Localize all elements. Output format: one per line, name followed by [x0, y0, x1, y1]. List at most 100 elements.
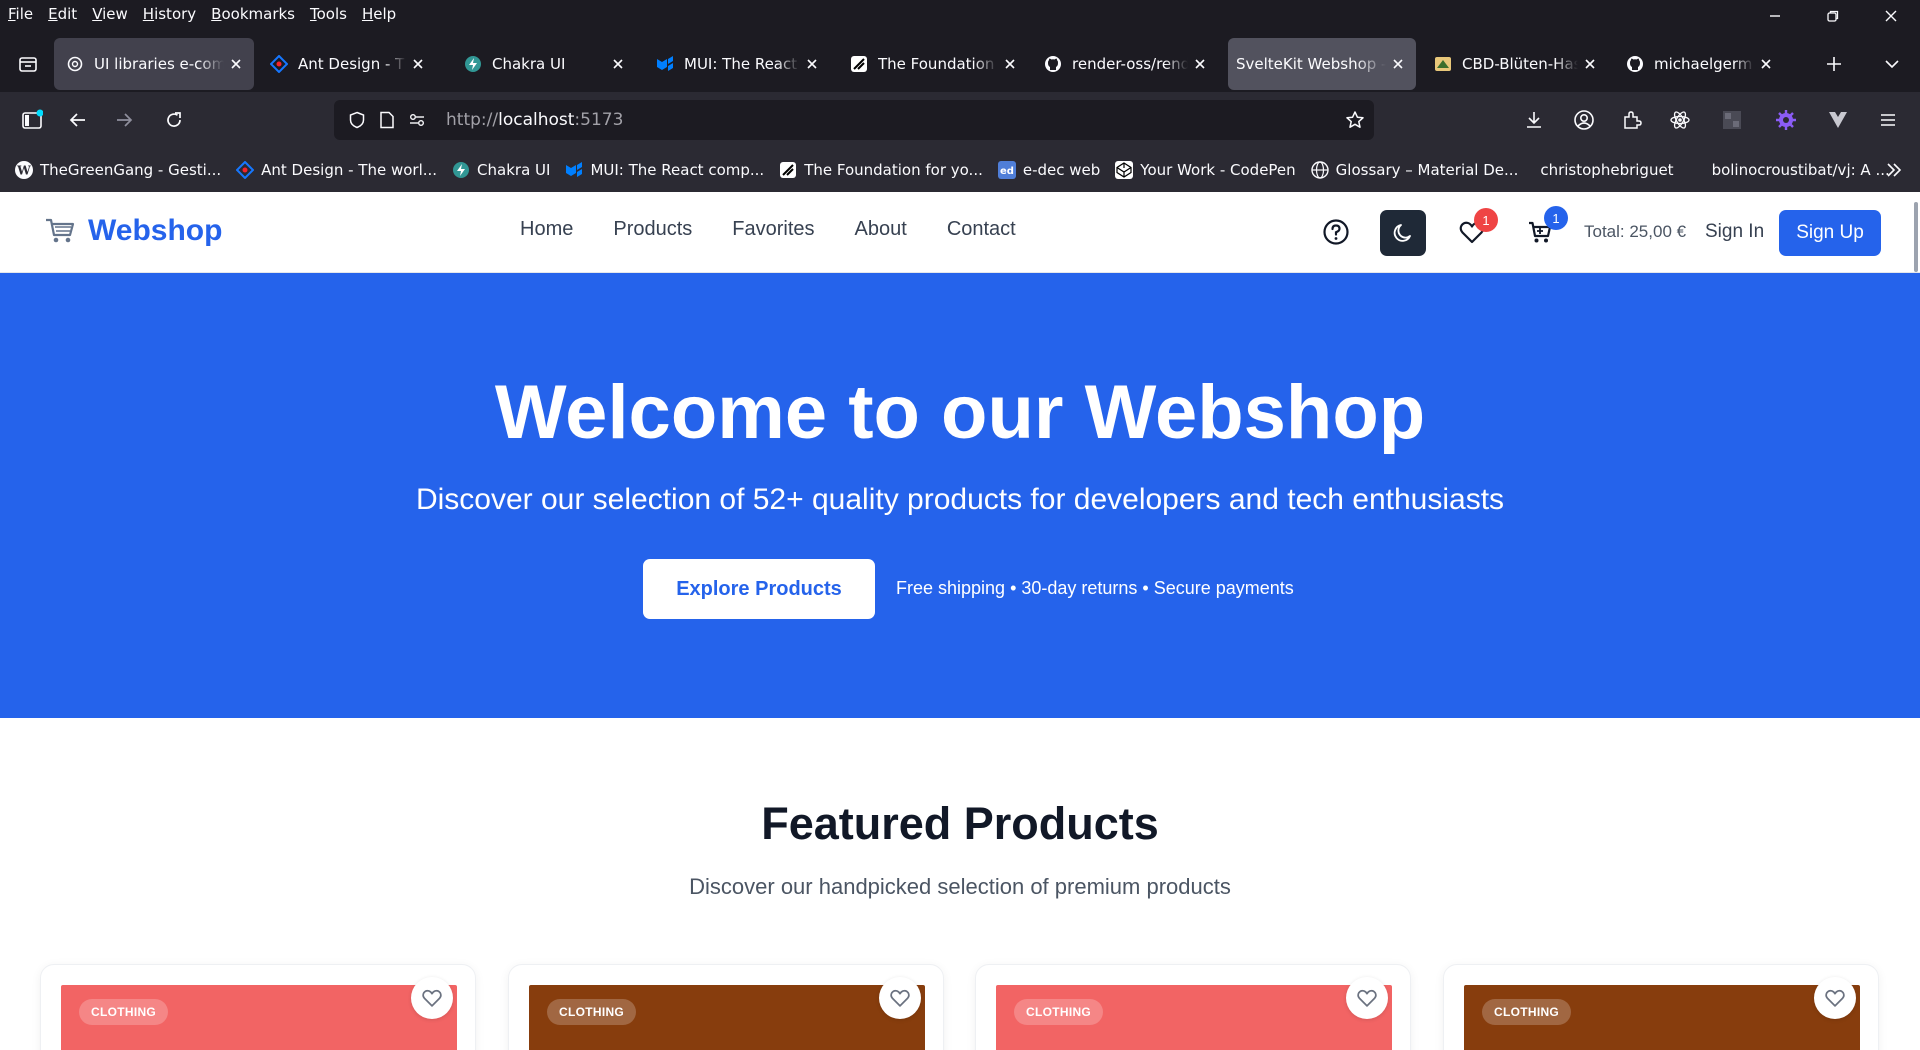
tab-ant-design[interactable]: Ant Design - The world	[258, 38, 436, 90]
tab-cbd[interactable]: CBD-Blüten-Haschisch	[1422, 38, 1608, 90]
close-icon	[807, 59, 817, 69]
product-image[interactable]: CLOTHING	[1464, 985, 1860, 1050]
menu-help[interactable]: Help	[362, 5, 396, 23]
favorite-toggle-button[interactable]	[411, 977, 453, 1019]
tab-close-button[interactable]	[606, 52, 630, 76]
bookmark-ant-design[interactable]: Ant Design - The worl...	[235, 160, 437, 180]
bookmarks-overflow-button[interactable]	[1876, 154, 1912, 186]
site-header: Webshop Home Products Favorites About Co…	[0, 192, 1920, 273]
forward-button[interactable]	[106, 102, 142, 138]
favorites-button[interactable]: 1	[1452, 208, 1498, 252]
tab-render-oss[interactable]: render-oss/render	[1032, 38, 1218, 90]
tab-foundation[interactable]: The Foundation for your	[838, 38, 1028, 90]
product-card[interactable]: CLOTHING	[40, 964, 476, 1050]
bookmark-christophebriguet[interactable]: christophebriguet	[1540, 161, 1673, 179]
product-image[interactable]: CLOTHING	[61, 985, 457, 1050]
restore-button[interactable]	[1804, 0, 1862, 32]
new-tab-button[interactable]	[1816, 46, 1852, 82]
favorite-toggle-button[interactable]	[1814, 977, 1856, 1019]
favorite-toggle-button[interactable]	[1346, 977, 1388, 1019]
menu-edit[interactable]: Edit	[48, 5, 77, 23]
help-button[interactable]	[1316, 212, 1356, 252]
reload-button[interactable]	[156, 102, 192, 138]
nav-products[interactable]: Products	[613, 218, 692, 241]
firefox-view-button[interactable]	[10, 46, 46, 82]
sign-in-link[interactable]: Sign In	[1705, 221, 1764, 243]
bookmark-star-button[interactable]	[1340, 105, 1370, 135]
page-icon[interactable]	[372, 105, 402, 135]
tab-michaelgermini[interactable]: michaelgermini/Market	[1614, 38, 1784, 90]
account-button[interactable]	[1566, 102, 1602, 138]
shield-icon[interactable]	[342, 105, 372, 135]
minimize-button[interactable]	[1746, 0, 1804, 32]
menu-bar: File Edit View History Bookmarks Tools H…	[0, 0, 1920, 28]
theme-toggle-button[interactable]	[1380, 210, 1426, 256]
tab-mui[interactable]: MUI: The React component	[644, 38, 830, 90]
menu-history[interactable]: History	[143, 5, 196, 23]
tab-sveltekit-webshop[interactable]: SvelteKit Webshop - Home	[1228, 38, 1416, 90]
moon-icon	[1393, 224, 1411, 242]
tab-title: MUI: The React component	[684, 55, 800, 73]
page-scrollbar[interactable]	[1914, 202, 1918, 272]
tab-close-button[interactable]	[1578, 52, 1602, 76]
product-card[interactable]: CLOTHING	[508, 964, 944, 1050]
settings-extension-button[interactable]	[1768, 102, 1804, 138]
site-logo[interactable]: Webshop	[44, 214, 222, 248]
menu-view[interactable]: View	[92, 5, 128, 23]
tab-close-button[interactable]	[1754, 52, 1778, 76]
tab-close-button[interactable]	[1386, 52, 1410, 76]
explore-products-button[interactable]: Explore Products	[643, 559, 875, 619]
sidebar-button[interactable]	[14, 102, 50, 138]
favorite-toggle-button[interactable]	[879, 977, 921, 1019]
vue-devtools-button[interactable]	[1820, 102, 1856, 138]
main-nav: Home Products Favorites About Contact	[520, 218, 1056, 241]
tab-close-button[interactable]	[224, 52, 248, 76]
hero-subtitle: Discover our selection of 52+ quality pr…	[415, 483, 1505, 516]
url-bar[interactable]: http://localhost:5173	[334, 100, 1374, 140]
chevron-double-right-icon	[1887, 163, 1902, 177]
product-card[interactable]: CLOTHING	[975, 964, 1411, 1050]
tab-ui-libraries[interactable]: UI libraries e-commerce	[54, 38, 254, 90]
bookmark-thegreengang[interactable]: W TheGreenGang - Gesti...	[14, 160, 221, 180]
react-icon	[1670, 111, 1690, 129]
react-devtools-button[interactable]	[1662, 102, 1698, 138]
extension-grid-button[interactable]	[1714, 102, 1750, 138]
list-all-tabs-button[interactable]	[1874, 46, 1910, 82]
menu-tools[interactable]: Tools	[310, 5, 347, 23]
nav-about[interactable]: About	[855, 218, 907, 241]
menu-bookmarks[interactable]: Bookmarks	[211, 5, 295, 23]
tab-close-button[interactable]	[800, 52, 824, 76]
downloads-button[interactable]	[1516, 102, 1552, 138]
permissions-icon[interactable]	[402, 105, 432, 135]
close-window-button[interactable]	[1862, 0, 1920, 32]
cart-count-badge: 1	[1544, 206, 1568, 230]
app-menu-button[interactable]	[1870, 102, 1906, 138]
sign-up-button[interactable]: Sign Up	[1779, 210, 1881, 256]
bookmark-chakra-ui[interactable]: Chakra UI	[451, 160, 550, 180]
cart-button[interactable]: 1	[1520, 206, 1568, 252]
tab-close-button[interactable]	[1188, 52, 1212, 76]
product-image[interactable]: CLOTHING	[996, 985, 1392, 1050]
arrow-right-icon	[117, 113, 133, 127]
bookmark-mui[interactable]: MUI: The React comp...	[564, 160, 764, 180]
bookmark-e-dec[interactable]: ed e-dec web	[997, 160, 1100, 180]
tab-chakra-ui[interactable]: Chakra UI	[452, 38, 636, 90]
bookmark-glossary[interactable]: Glossary – Material De...	[1310, 160, 1518, 180]
menu-file[interactable]: File	[8, 5, 33, 23]
nav-contact[interactable]: Contact	[947, 218, 1016, 241]
product-image[interactable]: CLOTHING	[529, 985, 925, 1050]
arrow-left-icon	[69, 113, 85, 127]
product-card[interactable]: CLOTHING	[1443, 964, 1879, 1050]
bookmark-codepen[interactable]: Your Work - CodePen	[1114, 160, 1296, 180]
bookmark-foundation[interactable]: The Foundation for yo...	[778, 160, 983, 180]
category-badge: CLOTHING	[547, 999, 637, 1025]
tab-close-button[interactable]	[406, 52, 430, 76]
extensions-button[interactable]	[1614, 102, 1650, 138]
tab-title: SvelteKit Webshop - Home	[1236, 55, 1386, 73]
tab-close-button[interactable]	[998, 52, 1022, 76]
bookmark-bolinocroustibat[interactable]: bolinocroustibat/vj: A ...	[1712, 161, 1890, 179]
back-button[interactable]	[60, 102, 96, 138]
mui-icon	[656, 55, 674, 73]
nav-favorites[interactable]: Favorites	[732, 218, 814, 241]
nav-home[interactable]: Home	[520, 218, 573, 241]
